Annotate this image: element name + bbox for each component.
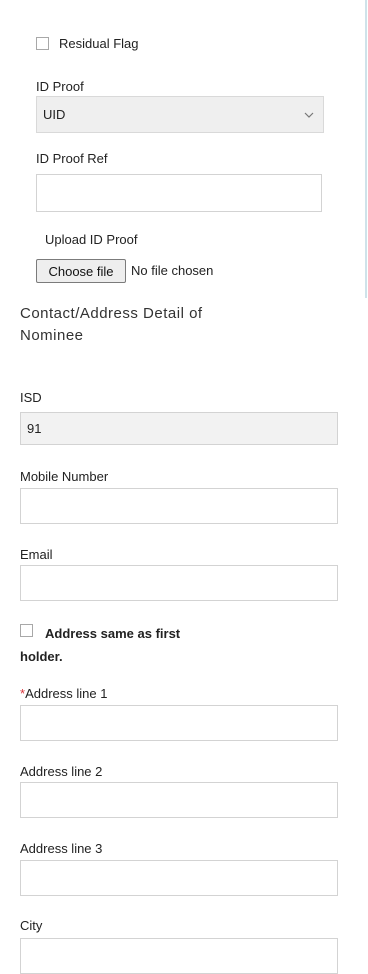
id-proof-selected-value: UID	[43, 107, 66, 122]
address-line-2-input[interactable]	[20, 782, 338, 818]
address-line-1-input[interactable]	[20, 705, 338, 741]
city-input[interactable]	[20, 938, 338, 974]
section-heading: Contact/Address Detail of Nominee	[20, 305, 203, 344]
mobile-number-input[interactable]	[20, 488, 338, 524]
email-label: Email	[20, 547, 53, 562]
container-edge-line	[365, 0, 367, 298]
isd-value: 91	[27, 421, 42, 436]
id-proof-ref-label: ID Proof Ref	[36, 151, 108, 166]
residual-flag-label: Residual Flag	[59, 36, 139, 51]
choose-file-button[interactable]: Choose file	[36, 259, 126, 283]
address-line-1-text: Address line 1	[25, 686, 108, 701]
isd-label: ISD	[20, 390, 42, 405]
address-same-label: Address same as first holder.	[20, 626, 181, 664]
mobile-number-label: Mobile Number	[20, 469, 109, 484]
isd-input[interactable]: 91	[20, 412, 338, 445]
address-line-3-input[interactable]	[20, 860, 338, 896]
file-status-text: No file chosen	[131, 263, 214, 278]
chevron-down-icon	[304, 112, 314, 118]
upload-id-proof-label: Upload ID Proof	[45, 232, 138, 247]
email-input[interactable]	[20, 565, 338, 601]
address-line-3-label: Address line 3	[20, 841, 103, 856]
residual-flag-checkbox[interactable]	[36, 37, 49, 50]
id-proof-select[interactable]: UID	[36, 96, 324, 133]
address-line-1-label: *Address line 1	[20, 686, 107, 701]
id-proof-ref-input[interactable]	[36, 174, 322, 212]
city-label: City	[20, 918, 43, 933]
id-proof-label: ID Proof	[36, 79, 84, 94]
address-line-2-label: Address line 2	[20, 764, 103, 779]
